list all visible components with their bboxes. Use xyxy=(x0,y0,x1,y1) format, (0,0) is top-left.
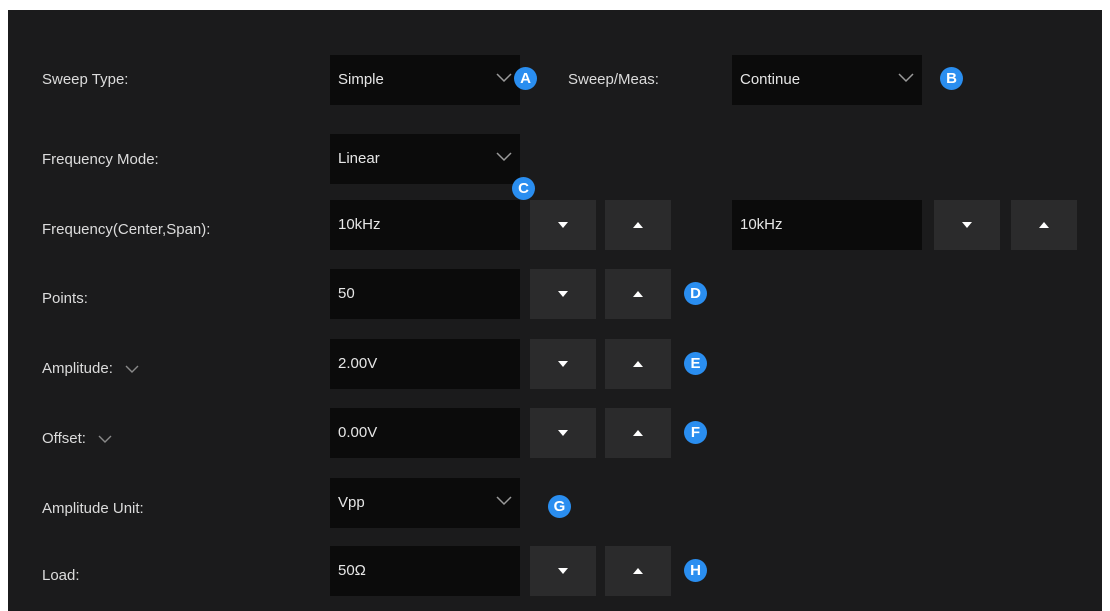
frequency-center-increment-button[interactable] xyxy=(605,200,671,250)
chevron-down-icon xyxy=(496,496,512,506)
amplitude-label: Amplitude: xyxy=(42,360,113,377)
callout-marker-g: G xyxy=(548,495,571,518)
triangle-down-icon xyxy=(558,291,568,297)
triangle-up-icon xyxy=(1039,222,1049,228)
load-decrement-button[interactable] xyxy=(530,546,596,596)
frequency-span-decrement-button[interactable] xyxy=(934,200,1000,250)
callout-marker-h: H xyxy=(684,559,707,582)
triangle-up-icon xyxy=(633,222,643,228)
triangle-up-icon xyxy=(633,568,643,574)
chevron-down-icon xyxy=(125,365,139,373)
offset-label: Offset: xyxy=(42,430,86,447)
amplitude-unit-select[interactable]: Vpp xyxy=(330,478,520,528)
points-input[interactable]: 50 xyxy=(330,269,520,319)
load-label: Load: xyxy=(42,567,80,584)
sweep-meas-select[interactable]: Continue xyxy=(732,55,922,105)
sweep-meas-value: Continue xyxy=(740,71,801,88)
settings-panel: Sweep Type: Simple A Sweep/Meas: Continu… xyxy=(8,10,1102,611)
frequency-span-increment-button[interactable] xyxy=(1011,200,1077,250)
amplitude-decrement-button[interactable] xyxy=(530,339,596,389)
callout-marker-d: D xyxy=(684,282,707,305)
triangle-up-icon xyxy=(633,430,643,436)
amplitude-unit-value: Vpp xyxy=(338,494,365,511)
triangle-up-icon xyxy=(633,361,643,367)
load-increment-button[interactable] xyxy=(605,546,671,596)
frequency-center-value: 10kHz xyxy=(338,216,381,233)
offset-decrement-button[interactable] xyxy=(530,408,596,458)
points-label: Points: xyxy=(42,290,88,307)
chevron-down-icon xyxy=(898,73,914,83)
triangle-down-icon xyxy=(558,430,568,436)
triangle-down-icon xyxy=(962,222,972,228)
amplitude-increment-button[interactable] xyxy=(605,339,671,389)
triangle-down-icon xyxy=(558,568,568,574)
sweep-meas-label: Sweep/Meas: xyxy=(568,71,659,88)
offset-value: 0.00V xyxy=(338,424,378,441)
sweep-type-select[interactable]: Simple xyxy=(330,55,520,105)
frequency-mode-value: Linear xyxy=(338,150,380,167)
sweep-type-label: Sweep Type: xyxy=(42,71,129,88)
chevron-down-icon xyxy=(496,152,512,162)
chevron-down-icon xyxy=(98,435,112,443)
chevron-down-icon xyxy=(496,73,512,83)
points-decrement-button[interactable] xyxy=(530,269,596,319)
amplitude-value: 2.00V xyxy=(338,355,378,372)
frequency-mode-label: Frequency Mode: xyxy=(42,151,159,168)
frequency-center-input[interactable]: 10kHz xyxy=(330,200,520,250)
offset-input[interactable]: 0.00V xyxy=(330,408,520,458)
triangle-down-icon xyxy=(558,222,568,228)
triangle-down-icon xyxy=(558,361,568,367)
callout-marker-a: A xyxy=(514,67,537,90)
load-value: 50Ω xyxy=(338,562,366,579)
amplitude-label-dropdown[interactable]: Amplitude: xyxy=(42,360,139,378)
callout-marker-f: F xyxy=(684,421,707,444)
frequency-center-decrement-button[interactable] xyxy=(530,200,596,250)
frequency-span-value: 10kHz xyxy=(740,216,783,233)
amplitude-input[interactable]: 2.00V xyxy=(330,339,520,389)
frequency-mode-select[interactable]: Linear xyxy=(330,134,520,184)
points-increment-button[interactable] xyxy=(605,269,671,319)
amplitude-unit-label: Amplitude Unit: xyxy=(42,500,144,517)
callout-marker-b: B xyxy=(940,67,963,90)
offset-increment-button[interactable] xyxy=(605,408,671,458)
triangle-up-icon xyxy=(633,291,643,297)
sweep-type-value: Simple xyxy=(338,71,384,88)
callout-marker-c: C xyxy=(512,177,535,200)
frequency-label: Frequency(Center,Span): xyxy=(42,221,211,238)
points-value: 50 xyxy=(338,285,355,302)
load-input[interactable]: 50Ω xyxy=(330,546,520,596)
offset-label-dropdown[interactable]: Offset: xyxy=(42,430,112,448)
callout-marker-e: E xyxy=(684,352,707,375)
frequency-span-input[interactable]: 10kHz xyxy=(732,200,922,250)
